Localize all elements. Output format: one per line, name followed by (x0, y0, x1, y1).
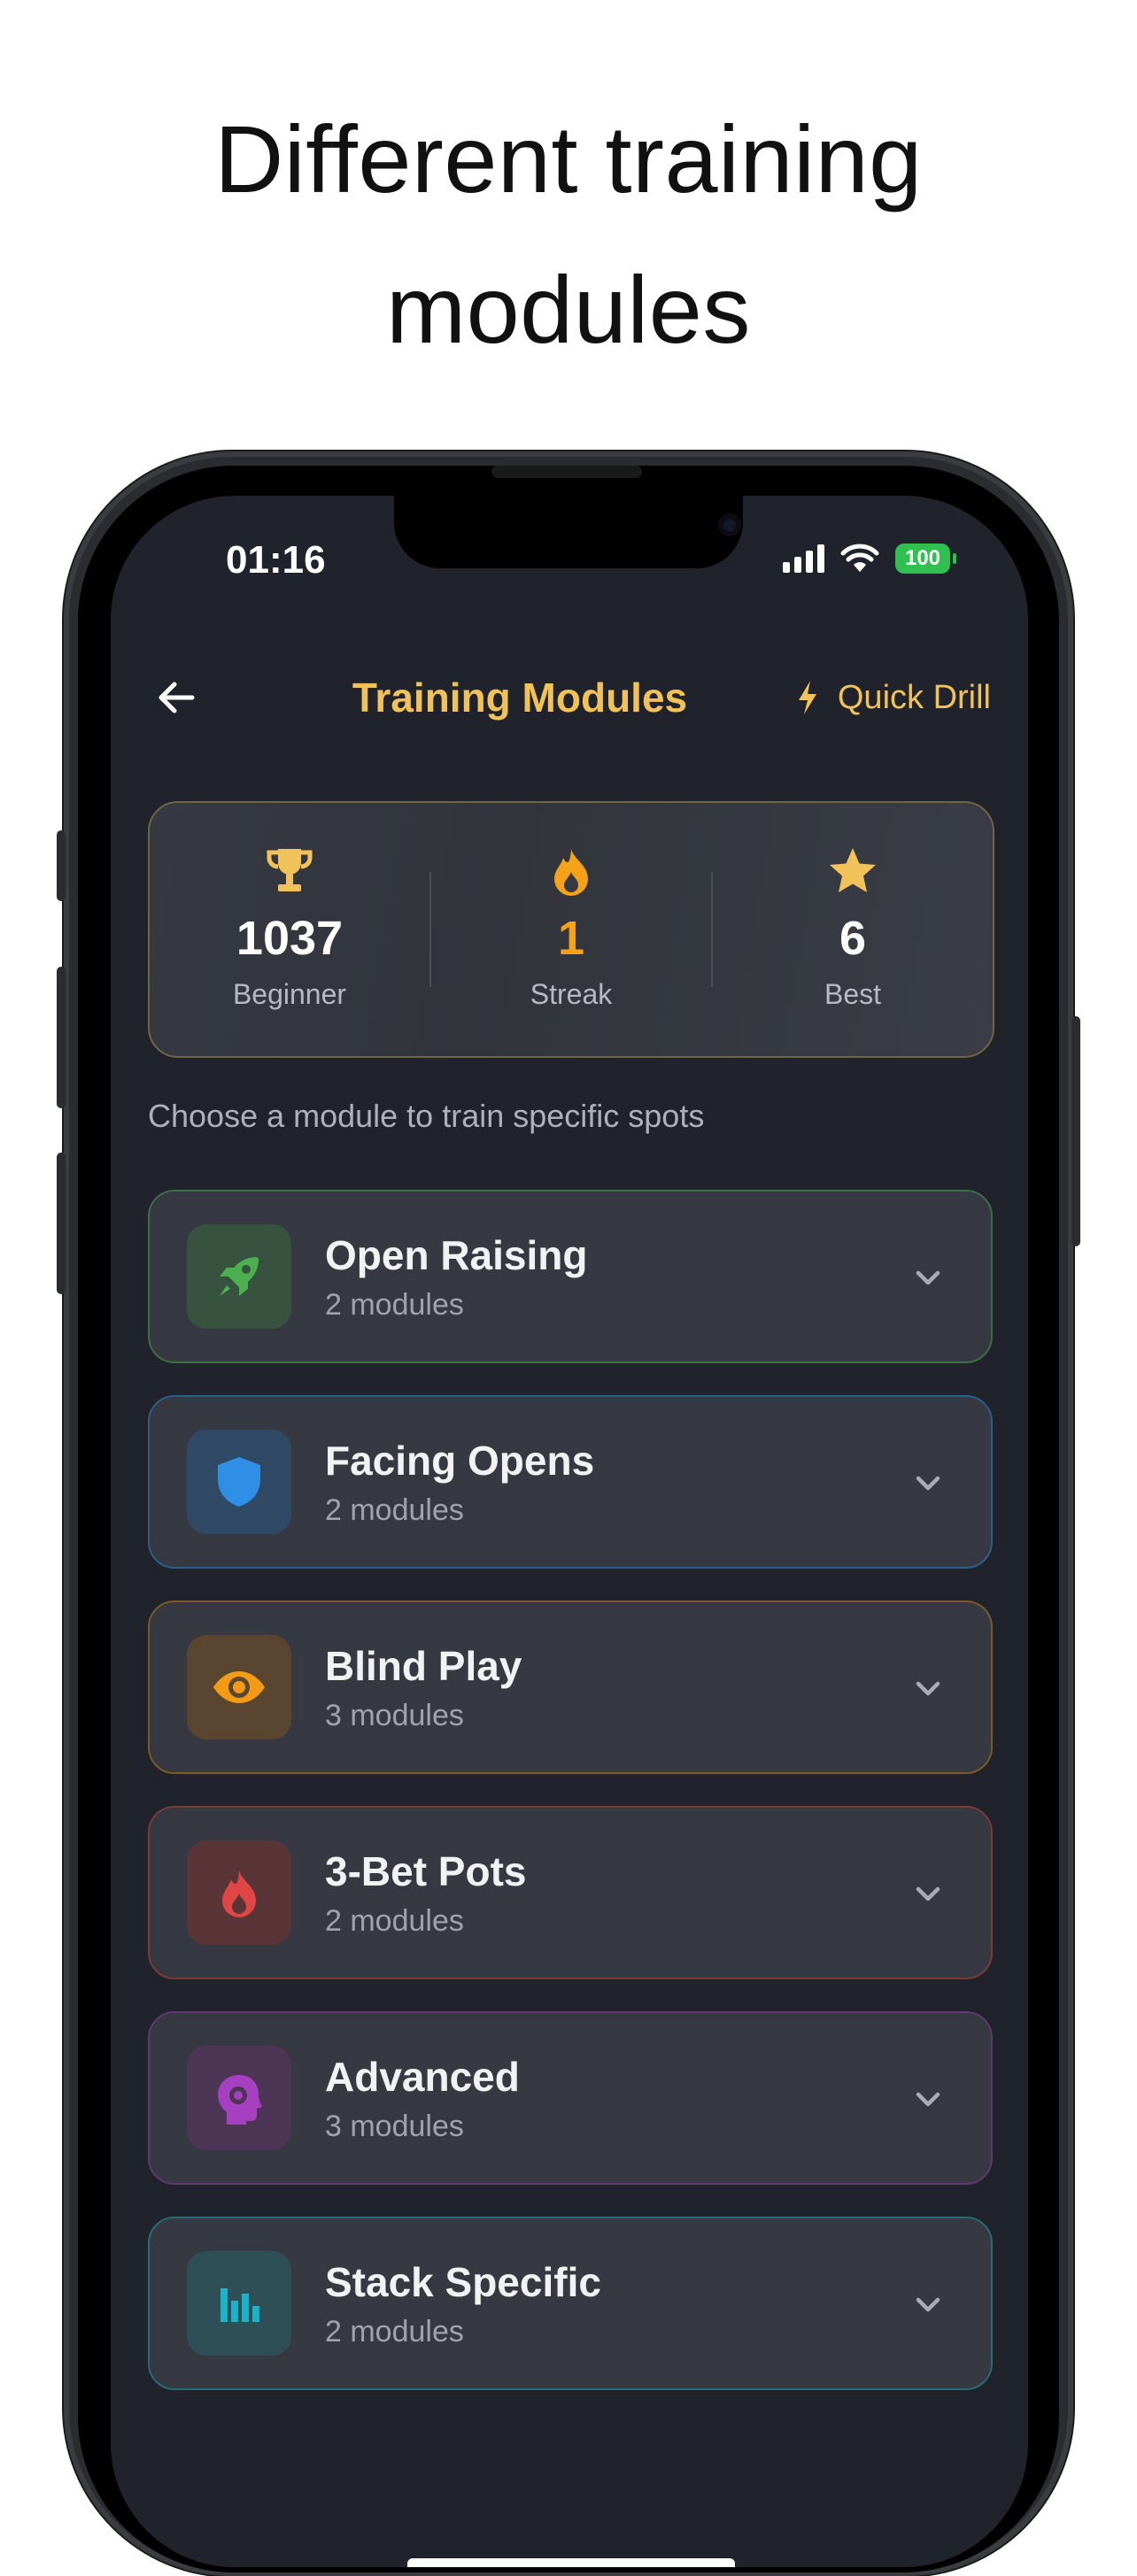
brain-gear-icon (218, 2075, 262, 2125)
chevron-down-icon[interactable] (909, 2080, 947, 2117)
module-name: Blind Play (325, 1642, 522, 1689)
star-icon (830, 848, 876, 892)
headline-line-2: modules (386, 256, 751, 363)
best-label: Best (824, 978, 882, 1010)
power-button (1071, 1016, 1080, 1246)
module-icon-tile (187, 2046, 291, 2150)
module-name: 3-Bet Pots (325, 1847, 527, 1894)
front-camera (718, 513, 741, 536)
module-name: Advanced (325, 2053, 520, 2100)
cellular-signal-icon (783, 544, 824, 573)
battery-icon: 100 (895, 544, 956, 574)
volume-down-button (57, 1153, 66, 1294)
module-stack-specific[interactable]: Stack Specific 2 modules (148, 2217, 993, 2390)
stats-card: 1037 Beginner 1 Streak 6 Best (148, 801, 994, 1058)
module-name: Open Raising (325, 1231, 588, 1278)
quick-drill-button[interactable]: Quick Drill (795, 671, 991, 724)
quick-drill-label: Quick Drill (837, 678, 991, 716)
module-open-raising[interactable]: Open Raising 2 modules (148, 1190, 993, 1363)
rocket-icon (220, 1257, 259, 1296)
module-count: 2 modules (325, 1287, 464, 1322)
phone-screen: 01:16 100 Training Modules Quick Drill 1… (111, 496, 1028, 2567)
module-text: Blind Play 3 modules (325, 1642, 522, 1733)
module-text: Facing Opens 2 modules (325, 1437, 594, 1528)
module-name: Facing Opens (325, 1437, 595, 1484)
module-3bet-pots[interactable]: 3-Bet Pots 2 modules (148, 1806, 993, 1979)
module-count: 3 modules (325, 1698, 464, 1732)
chart-bars-icon (220, 2288, 259, 2322)
notch (394, 496, 743, 568)
module-icon-tile (187, 1224, 291, 1329)
trophy-icon (267, 849, 313, 891)
module-count: 2 modules (325, 1903, 464, 1938)
stat-rating: 1037 Beginner (150, 803, 429, 1056)
module-text: 3-Bet Pots 2 modules (325, 1847, 526, 1939)
module-icon-tile (187, 2251, 291, 2356)
fire-icon (554, 849, 588, 896)
chevron-down-icon[interactable] (909, 1670, 947, 1707)
chevron-down-icon[interactable] (909, 1259, 947, 1296)
module-count: 3 modules (325, 2109, 464, 2143)
earpiece-speaker (491, 466, 642, 478)
module-name: Stack Specific (325, 2258, 601, 2305)
best-value: 6 (839, 912, 867, 965)
module-count: 2 modules (325, 1492, 464, 1527)
module-advanced[interactable]: Advanced 3 modules (148, 2011, 993, 2185)
lightning-icon (798, 681, 816, 714)
modules-subtitle: Choose a module to train specific spots (148, 1098, 705, 1134)
stat-best: 6 Best (713, 803, 993, 1056)
module-icon-tile (187, 1635, 291, 1739)
module-count: 2 modules (325, 2314, 464, 2348)
status-time: 01:16 (226, 538, 326, 582)
fire-icon (222, 1870, 256, 1917)
rating-label: Beginner (232, 978, 347, 1010)
module-facing-opens[interactable]: Facing Opens 2 modules (148, 1395, 993, 1569)
eye-icon (213, 1671, 265, 1703)
streak-value: 1 (557, 912, 585, 965)
module-text: Stack Specific 2 modules (325, 2258, 601, 2349)
module-text: Open Raising 2 modules (325, 1231, 587, 1323)
wifi-icon (840, 544, 879, 572)
status-icons: 100 (783, 544, 956, 574)
chevron-down-icon[interactable] (909, 1464, 947, 1501)
chevron-down-icon[interactable] (909, 2286, 947, 2323)
volume-up-button (57, 967, 66, 1108)
module-text: Advanced 3 modules (325, 2053, 520, 2144)
module-list: Open Raising 2 modules Facing Opens 2 mo… (148, 1190, 993, 2422)
module-icon-tile (187, 1430, 291, 1534)
page-title-text: Training Modules (352, 675, 688, 721)
promo-headline: Different training modules (0, 84, 1137, 385)
rating-value: 1037 (236, 912, 344, 965)
stat-streak: 1 Streak (431, 803, 711, 1056)
module-icon-tile (187, 1840, 291, 1945)
module-blind-play[interactable]: Blind Play 3 modules (148, 1600, 993, 1774)
mute-switch (57, 830, 66, 901)
chevron-down-icon[interactable] (909, 1875, 947, 1912)
headline-line-1: Different training (214, 105, 923, 212)
streak-label: Streak (530, 978, 613, 1010)
home-indicator[interactable] (407, 2558, 735, 2567)
shield-icon (218, 1457, 260, 1507)
